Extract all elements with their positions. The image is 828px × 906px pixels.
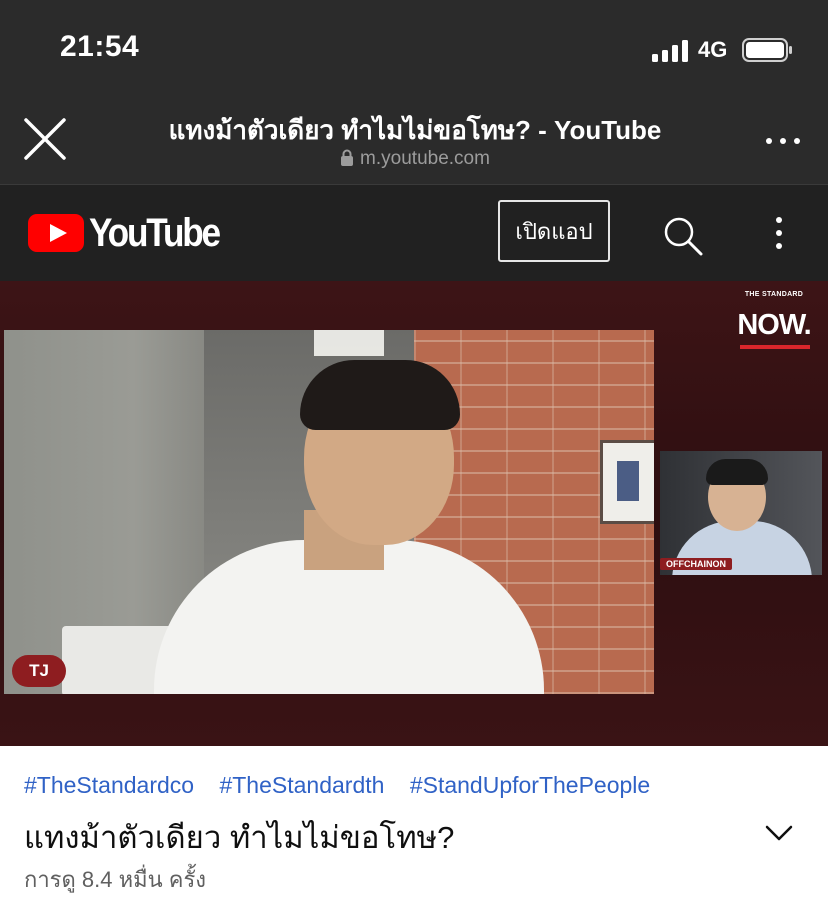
status-bar: 21:54 4G — [0, 0, 828, 100]
chevron-down-icon[interactable] — [764, 822, 794, 844]
hashtag-row: #TheStandardco #TheStandardth #StandUpfo… — [24, 772, 669, 799]
signal-bars-icon — [652, 40, 688, 62]
url-domain: m.youtube.com — [360, 148, 490, 169]
guest-hair — [706, 459, 768, 485]
youtube-play-icon — [28, 214, 84, 252]
status-time: 21:54 — [60, 30, 140, 63]
more-horizontal-icon[interactable] — [762, 130, 804, 152]
search-icon[interactable] — [662, 215, 704, 257]
guest-video-feed — [660, 451, 822, 575]
network-type: 4G — [698, 37, 728, 62]
video-title[interactable]: แทงม้าตัวเดียว ทำไมไม่ขอโทษ? — [24, 812, 454, 862]
open-app-button[interactable]: เปิดแอป — [498, 200, 610, 262]
wall-picture — [600, 440, 654, 524]
video-info: #TheStandardco #TheStandardth #StandUpfo… — [0, 746, 828, 906]
url-display[interactable]: m.youtube.com — [110, 148, 720, 170]
hashtag-link[interactable]: #TheStandardth — [219, 772, 384, 798]
main-video-feed: TJ — [4, 330, 654, 694]
view-count: การดู 8.4 หมื่น ครั้ง — [24, 867, 207, 892]
the-standard-now-logo: THE STANDARD NOW. — [734, 291, 814, 349]
ceiling-light — [314, 330, 384, 356]
browser-bar: แทงม้าตัวเดียว ทำไมไม่ขอโทษ? - YouTube m… — [0, 100, 828, 185]
logo-underline — [740, 345, 810, 349]
logo-now-text: NOW. — [737, 309, 811, 341]
hashtag-link[interactable]: #TheStandardco — [24, 772, 194, 798]
lock-icon — [341, 149, 354, 166]
video-player[interactable]: TJ THE STANDARD NOW. OFFCHAINON — [0, 281, 828, 746]
logo-small-text: THE STANDARD — [744, 291, 804, 298]
youtube-logo[interactable]: YouTube — [28, 210, 237, 255]
browser-page-title: แทงม้าตัวเดียว ทำไมไม่ขอโทษ? - YouTube — [168, 115, 662, 145]
youtube-header: YouTube เปิดแอป — [0, 185, 828, 281]
youtube-wordmark: YouTube — [89, 210, 221, 255]
host-name-tag: TJ — [12, 655, 66, 687]
battery-icon — [742, 38, 792, 62]
guest-name-tag: OFFCHAINON — [660, 558, 732, 570]
close-icon[interactable] — [20, 114, 70, 164]
host-hair — [300, 360, 460, 430]
hashtag-link[interactable]: #StandUpforThePeople — [410, 772, 650, 798]
more-vertical-icon[interactable] — [770, 215, 788, 251]
